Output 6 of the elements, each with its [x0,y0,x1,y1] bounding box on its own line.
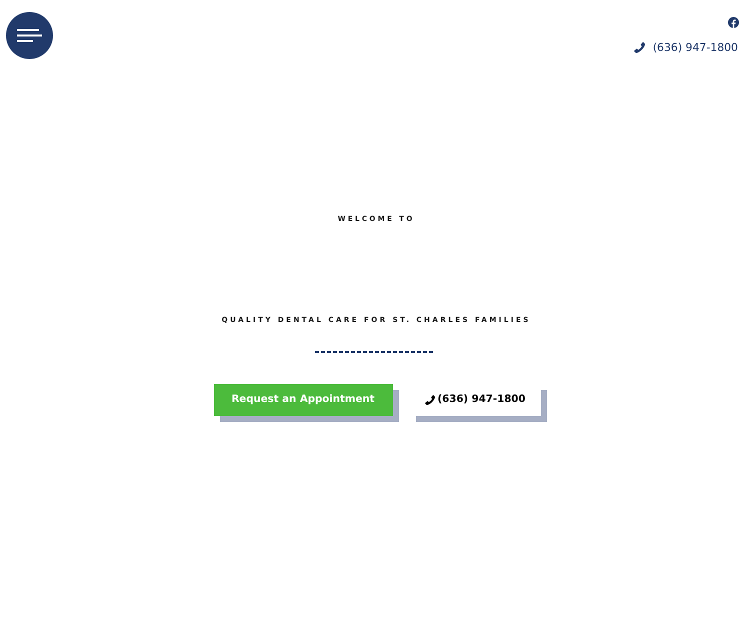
phone-link[interactable]: (636) 947-1800 [634,41,738,54]
phone-icon [424,394,434,404]
phone-icon [634,42,645,53]
menu-icon [16,29,42,42]
menu-button[interactable] [6,12,53,59]
facebook-icon[interactable] [728,17,739,28]
